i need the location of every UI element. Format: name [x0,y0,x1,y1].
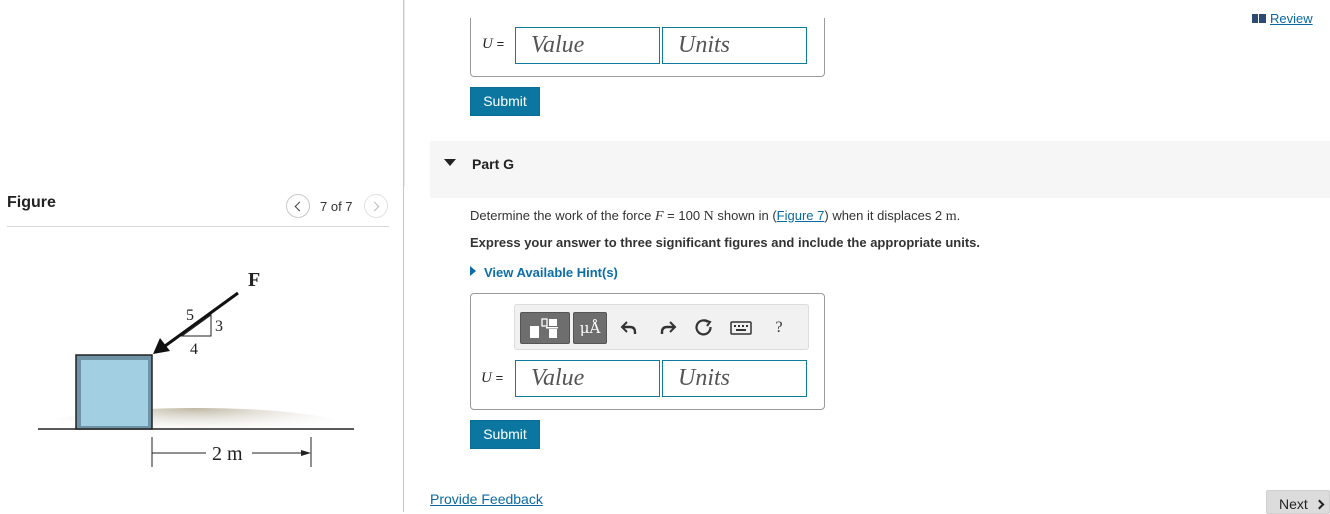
help-button[interactable]: ? [766,316,792,340]
part-g-variable-label: U = [481,370,504,386]
undo-icon[interactable] [616,316,642,340]
expand-caret-icon [470,266,476,276]
part-g-title: Part G [472,156,515,172]
part-g-units-input[interactable]: Units [662,360,807,397]
part-g-prompt: Determine the work of the force F = 100 … [470,208,961,224]
figure-header-rule [7,226,389,227]
chevron-right-icon [1314,499,1325,510]
chevron-left-icon [294,201,305,211]
part-g-instruction: Express your answer to three significant… [470,235,980,250]
reset-icon[interactable] [691,316,717,340]
review-label: Review [1270,11,1313,26]
view-hints-link[interactable]: View Available Hint(s) [470,265,618,280]
distance-label: 2 m [212,443,243,465]
figure-counter: 7 of 7 [320,199,353,214]
provide-feedback-link[interactable]: Provide Feedback [430,491,543,507]
part-f-submit-button[interactable]: Submit [470,87,540,116]
block [81,360,148,426]
figure-link[interactable]: Figure 7 [777,208,825,223]
previous-figure-button[interactable] [286,194,310,218]
part-g-header[interactable] [430,141,1330,198]
slope-rise-label: 3 [215,318,223,335]
collapse-caret-icon[interactable] [444,159,456,166]
redo-icon[interactable] [655,316,681,340]
part-f-value-input[interactable]: Value [515,27,660,64]
math-toolbar: μÅ ? [514,304,809,350]
chevron-right-icon [369,201,380,211]
templates-icon[interactable] [520,312,570,344]
dimension-arrowhead [301,450,311,456]
review-link[interactable]: Review [1252,11,1313,26]
part-g-value-input[interactable]: Value [515,360,660,397]
units-symbol-button[interactable]: μÅ [573,312,607,344]
hint-label: View Available Hint(s) [484,265,618,280]
book-icon [1252,14,1266,23]
next-button[interactable]: Next [1266,490,1330,514]
keyboard-icon[interactable] [728,316,754,340]
figure-title: Figure [7,194,56,211]
next-label: Next [1279,496,1308,512]
slope-hypotenuse-label: 5 [186,307,194,324]
force-arrow [164,291,239,348]
part-f-variable-label: U = [482,36,505,52]
force-figure: F 5 3 4 2 m [35,269,355,467]
pane-divider[interactable] [403,0,404,512]
slope-run-label: 4 [190,341,198,358]
next-figure-button[interactable] [364,194,388,218]
force-label: F [248,269,260,291]
part-f-answer-box: U = Value Units [470,18,825,77]
part-g-submit-button[interactable]: Submit [470,420,540,449]
part-f-units-input[interactable]: Units [662,27,807,64]
